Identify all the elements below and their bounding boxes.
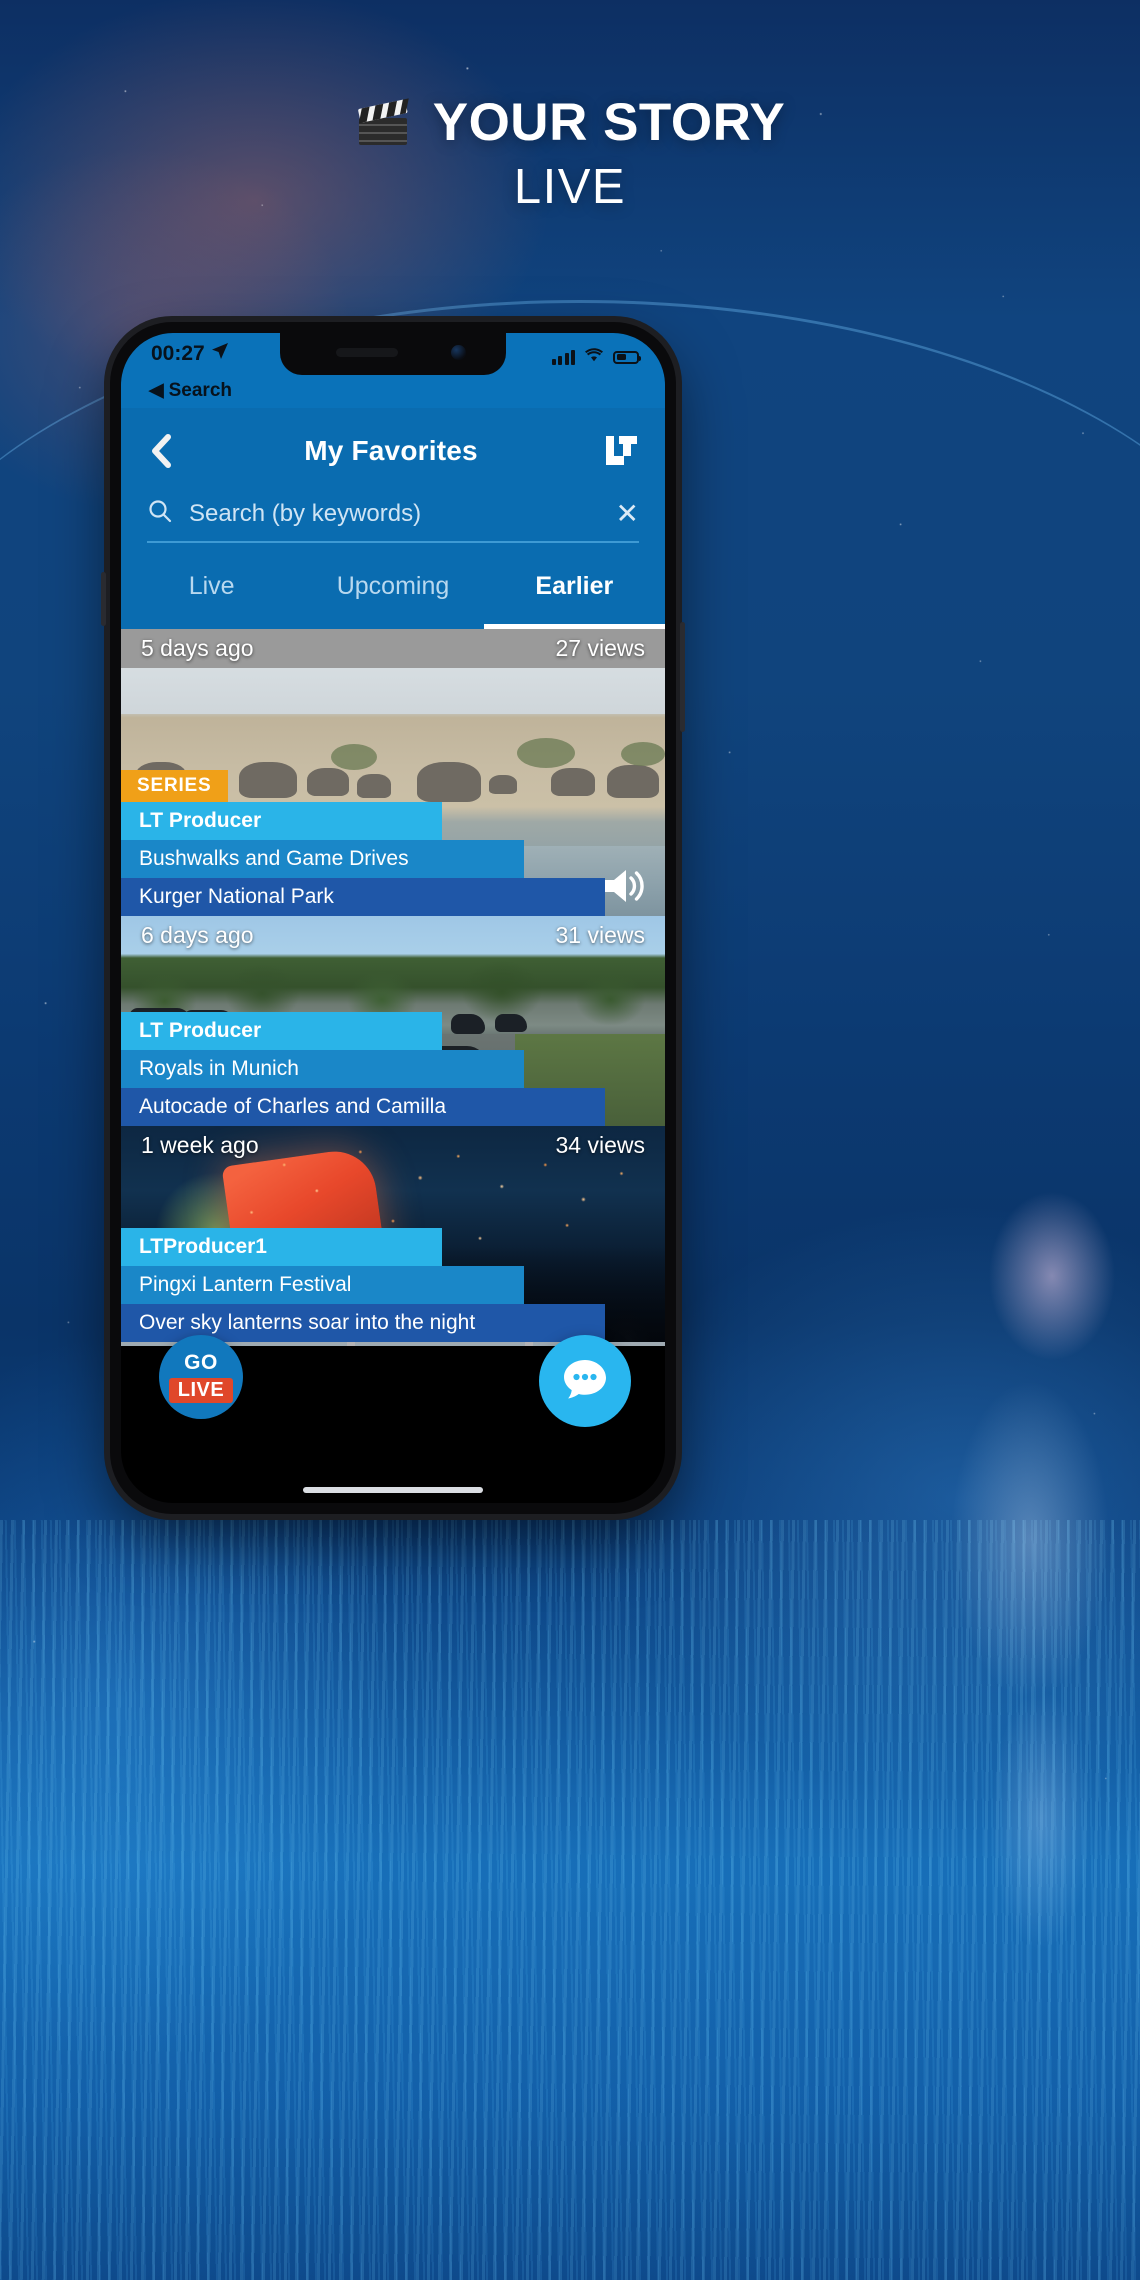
card-views: 34 views	[555, 1132, 645, 1158]
background-figure	[920, 1180, 1140, 1980]
wifi-icon	[584, 347, 604, 367]
triangle-left-icon: ◀	[149, 380, 164, 401]
show-label: Pingxi Lantern Festival	[121, 1266, 524, 1304]
hero-title-sub: LIVE	[513, 160, 627, 214]
cellular-signal-icon	[551, 349, 575, 365]
go-live-label-bottom: LIVE	[168, 1378, 234, 1403]
series-badge: SERIES	[121, 770, 228, 802]
close-icon[interactable]: ✕	[616, 499, 639, 528]
chat-bubble-icon	[559, 1353, 611, 1410]
description-label: Autocade of Charles and Camilla	[121, 1088, 606, 1126]
card-meta: 1 week ago 34 views	[121, 1126, 665, 1165]
list-item[interactable]: 5 days ago 27 views SERIES LT Producer B…	[121, 629, 665, 916]
back-button[interactable]	[145, 434, 179, 468]
phone-screen: 00:27 ◀ Search My Favorites Search (by k…	[121, 333, 665, 1503]
earpiece-speaker	[336, 348, 398, 357]
clapperboard-icon	[355, 97, 411, 148]
card-views: 31 views	[555, 922, 645, 948]
producer-label: LTProducer1	[121, 1228, 442, 1266]
chat-button[interactable]	[539, 1335, 631, 1427]
motorcade-road-thumbnail[interactable]: 6 days ago 31 views LT Producer Royals i…	[121, 916, 665, 1126]
description-label: Kurger National Park	[121, 878, 606, 916]
card-age: 6 days ago	[141, 922, 254, 948]
location-arrow-icon	[211, 342, 229, 366]
card-age: 1 week ago	[141, 1132, 259, 1158]
list-item[interactable]: 1 week ago 34 views LTProducer1 Pingxi L…	[121, 1126, 665, 1342]
go-live-button[interactable]: GO LIVE	[159, 1335, 243, 1419]
front-camera	[451, 345, 466, 360]
app-bar: My Favorites	[121, 408, 665, 494]
status-bar-left: 00:27	[151, 342, 229, 366]
list-item[interactable]: 6 days ago 31 views LT Producer Royals i…	[121, 916, 665, 1126]
search-row[interactable]: Search (by keywords) ✕	[147, 498, 639, 543]
speaker-on-icon[interactable]	[601, 866, 645, 906]
sky-lanterns-thumbnail[interactable]: 1 week ago 34 views LTProducer1 Pingxi L…	[121, 1126, 665, 1342]
return-app-label: Search	[168, 379, 232, 401]
phone-mockup: 00:27 ◀ Search My Favorites Search (by k…	[101, 322, 685, 1514]
tab-bar: Live Upcoming Earlier	[121, 543, 665, 629]
tab-upcoming[interactable]: Upcoming	[302, 543, 483, 629]
return-to-search-link[interactable]: ◀ Search	[121, 379, 665, 408]
battery-icon	[613, 350, 641, 364]
card-meta: 6 days ago 31 views	[121, 916, 665, 955]
status-bar-right	[551, 347, 641, 367]
card-label-stack: SERIES LT Producer Bushwalks and Game Dr…	[121, 770, 665, 916]
tab-earlier[interactable]: Earlier	[483, 543, 665, 629]
card-label-stack: LTProducer1 Pingxi Lantern Festival Over…	[121, 1228, 665, 1342]
elephants-savanna-thumbnail[interactable]: SERIES LT Producer Bushwalks and Game Dr…	[121, 668, 665, 916]
card-label-stack: LT Producer Royals in Munich Autocade of…	[121, 1012, 665, 1126]
tab-live[interactable]: Live	[121, 543, 302, 629]
producer-label: LT Producer	[121, 802, 442, 840]
hero-line-one: YOUR STORY	[0, 92, 1140, 153]
card-age: 5 days ago	[141, 635, 254, 661]
go-live-label-top: GO	[184, 1351, 218, 1374]
search-input[interactable]: Search (by keywords)	[189, 500, 600, 528]
search-icon	[147, 498, 173, 529]
hero-title-main: YOUR STORY	[432, 93, 786, 152]
producer-label: LT Producer	[121, 1012, 442, 1050]
phone-notch	[280, 333, 506, 375]
lt-logo-icon[interactable]	[603, 434, 639, 468]
status-time: 00:27	[151, 342, 205, 365]
show-label: Royals in Munich	[121, 1050, 524, 1088]
show-label: Bushwalks and Game Drives	[121, 840, 524, 878]
card-meta: 5 days ago 27 views	[121, 629, 665, 668]
search-section: Search (by keywords) ✕	[121, 494, 665, 543]
hero-title-block: YOUR STORY LIVE	[0, 92, 1140, 215]
home-indicator	[303, 1487, 483, 1493]
page-title: My Favorites	[304, 435, 478, 466]
video-feed[interactable]: 5 days ago 27 views SERIES LT Producer B…	[121, 629, 665, 1346]
card-views: 27 views	[555, 635, 645, 661]
promo-screenshot: YOUR STORY LIVE 00:27 ◀ Search My Favori…	[0, 0, 1140, 2280]
